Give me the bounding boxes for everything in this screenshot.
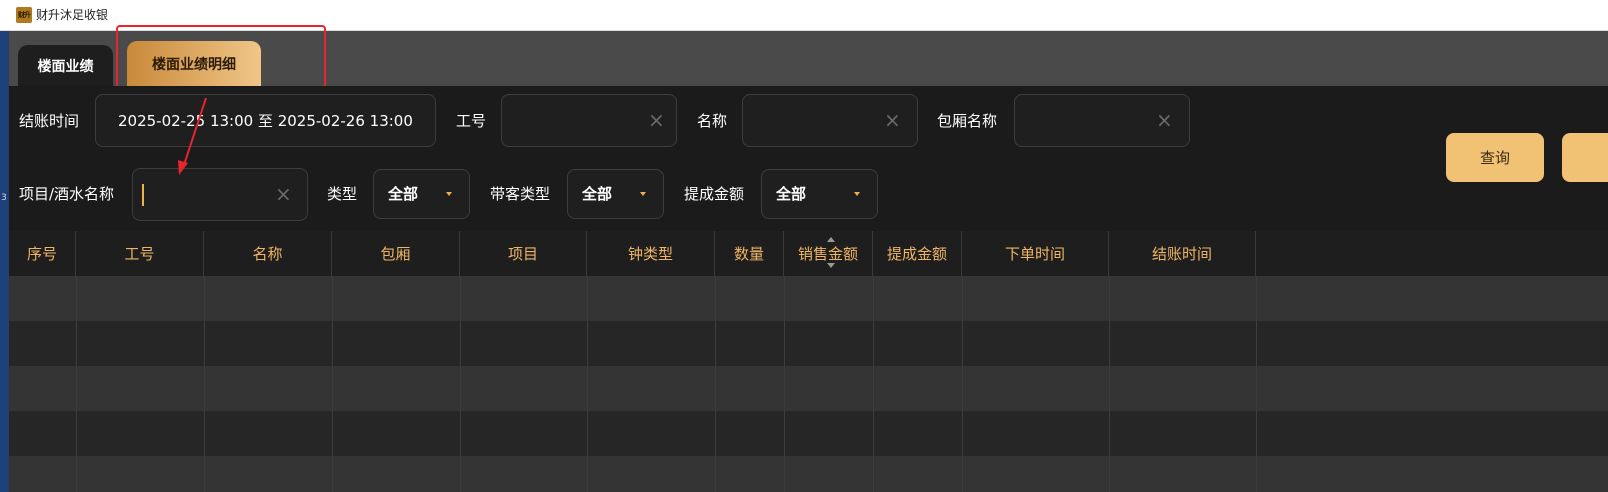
column-header-employee-id[interactable]: 工号 [76, 231, 204, 276]
sort-descending-icon[interactable] [827, 263, 835, 268]
commission-amount-select-value: 全部 [776, 185, 807, 203]
filter-panel: 结账时间 2025-02-25 13:00 至 2025-02-26 13:00… [9, 86, 1608, 236]
chevron-down-icon [854, 192, 860, 196]
type-select[interactable]: 全部 [373, 169, 470, 219]
secondary-button-partial[interactable] [1562, 133, 1608, 182]
chevron-down-icon [640, 192, 646, 196]
type-select-value: 全部 [388, 185, 419, 203]
app-title: 财升沐足收银 [36, 8, 109, 22]
commission-amount-label: 提成金额 [684, 185, 745, 203]
table-row[interactable] [9, 321, 1608, 366]
tab-floor-performance[interactable]: 楼面业绩 [18, 45, 113, 86]
guest-type-select[interactable]: 全部 [567, 169, 664, 219]
checkout-time-range-picker[interactable]: 2025-02-25 13:00 至 2025-02-26 13:00 [95, 94, 436, 147]
desktop-left-strip: 3 [0, 31, 9, 492]
table-row[interactable] [9, 366, 1608, 411]
column-header-room[interactable]: 包厢 [332, 231, 460, 276]
employee-id-label: 工号 [456, 112, 487, 130]
table-row[interactable] [9, 411, 1608, 456]
guest-type-label: 带客类型 [490, 185, 551, 203]
column-header-item[interactable]: 项目 [460, 231, 587, 276]
table-header: 序号 工号 名称 包厢 项目 钟类型 数量 销售金额 提成金额 下单时间 结账时… [9, 231, 1608, 276]
column-header-order-time[interactable]: 下单时间 [962, 231, 1109, 276]
commission-amount-select[interactable]: 全部 [761, 169, 878, 219]
employee-id-input[interactable]: × [501, 94, 677, 147]
room-name-label: 包厢名称 [937, 112, 998, 130]
column-header-commission-amount[interactable]: 提成金额 [873, 231, 962, 276]
column-header-index[interactable]: 序号 [9, 231, 76, 276]
checkout-time-label: 结账时间 [19, 112, 80, 130]
column-header-clock-type[interactable]: 钟类型 [587, 231, 715, 276]
item-name-input[interactable]: × [132, 168, 308, 221]
employee-id-clear-icon[interactable]: × [648, 110, 665, 130]
detail-table: 序号 工号 名称 包厢 项目 钟类型 数量 销售金额 提成金额 下单时间 结账时… [9, 231, 1608, 492]
name-input[interactable]: × [742, 94, 918, 147]
column-header-checkout-time[interactable]: 结账时间 [1109, 231, 1256, 276]
sort-ascending-icon[interactable] [827, 237, 835, 242]
annotation-highlight-box [116, 25, 326, 89]
guest-type-select-value: 全部 [582, 185, 613, 203]
app-logo-text: 财升 [18, 11, 31, 19]
text-cursor [142, 184, 144, 206]
name-clear-icon[interactable]: × [884, 110, 901, 130]
desktop-strip-mark: 3 [1, 193, 7, 203]
app-logo-icon: 财升 [16, 7, 32, 23]
type-label: 类型 [327, 185, 358, 203]
table-row[interactable] [9, 276, 1608, 321]
checkout-time-range-value: 2025-02-25 13:00 至 2025-02-26 13:00 [118, 112, 413, 130]
column-header-name[interactable]: 名称 [204, 231, 332, 276]
room-name-input[interactable]: × [1014, 94, 1190, 147]
query-button[interactable]: 查询 [1446, 133, 1544, 182]
item-name-clear-icon[interactable]: × [275, 184, 292, 204]
room-name-clear-icon[interactable]: × [1156, 110, 1173, 130]
chevron-down-icon [446, 192, 452, 196]
name-label: 名称 [697, 112, 728, 130]
item-name-label: 项目/酒水名称 [19, 185, 115, 203]
table-row[interactable] [9, 456, 1608, 492]
column-header-quantity[interactable]: 数量 [715, 231, 784, 276]
